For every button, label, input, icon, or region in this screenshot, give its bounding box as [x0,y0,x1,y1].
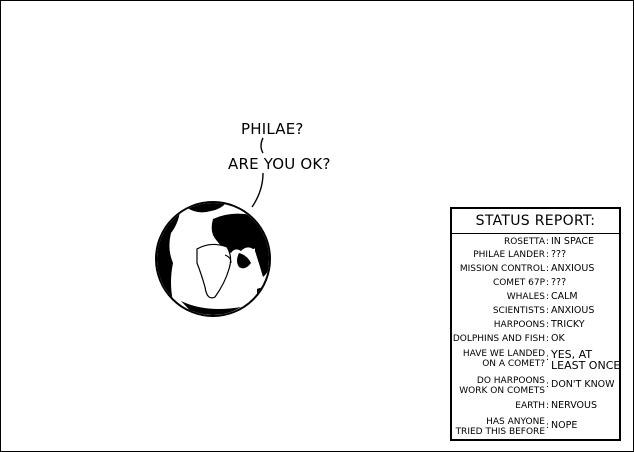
status-row-value-line: OK [551,333,565,344]
status-row-value-line: ??? [551,249,567,260]
status-row-label: HARPOONS [494,320,545,330]
status-row-value-line: DON'T KNOW [551,379,615,390]
status-row-label-line: ROSETTA [503,237,545,247]
status-row-label-line: HAVE WE LANDED [462,349,545,359]
status-row-label: DO HARPOONS WORK ON COMETS [459,376,545,396]
status-row-colon: : [546,320,550,330]
status-row-value-line: ??? [551,277,567,288]
status-row-colon: : [546,292,550,302]
status-row-label-line: EARTH [515,401,545,411]
status-row-value: ANXIOUS [551,264,594,274]
status-row-label: SCIENTISTS [493,306,545,316]
comic-panel: PHILAE? ARE YOU OK? STATUS REPORT: ROSET… [0,0,634,452]
status-row-value-line: CALM [551,291,578,302]
status-row-label-line: SCIENTISTS [492,306,545,316]
status-row-label-line: COMET 67P [492,278,545,288]
status-row-value: ANXIOUS [551,306,594,316]
status-row-label: COMET 67P [493,278,545,288]
status-row-value: NOPE [551,421,577,431]
status-row-label: MISSION CONTROL [460,264,545,274]
status-row-value: ??? [551,250,566,260]
status-row-value: ??? [551,278,566,288]
status-row-label-line: PHILAE LANDER [473,250,545,260]
status-row-label: DOLPHINS AND FISH [453,334,545,344]
status-row-value: CALM [551,292,578,302]
speech-line-philae: PHILAE? [241,120,304,138]
status-row-colon: : [546,278,550,288]
earth-icon [155,201,271,317]
speech-line-2 [251,172,264,208]
status-row-colon: : [546,250,550,260]
status-row-colon: : [546,334,550,344]
status-row-label: ROSETTA [504,237,545,247]
status-row-label-line: TRIED THIS BEFORE [455,427,545,437]
status-row-value-line: TRICKY [551,319,585,330]
status-row-value-line: IN SPACE [551,236,595,247]
status-row-value-line: ANXIOUS [551,263,595,274]
status-row-value-line: NERVOUS [551,400,597,411]
status-row-colon: : [546,306,550,316]
status-row-label: EARTH [515,401,545,411]
status-row-value: NERVOUS [551,401,597,411]
status-row-value: YES, AT LEAST ONCE [551,349,620,371]
status-row-value: IN SPACE [551,237,594,247]
status-row-colon: : [546,421,550,431]
status-report-panel: STATUS REPORT: ROSETTA: IN SPACE PHILAE LA… [450,207,621,441]
status-row-label-line: DOLPHINS AND FISH [452,334,545,344]
speech-line-1 [260,137,264,154]
status-row-label-line: MISSION CONTROL [459,264,545,274]
status-row-colon: : [546,380,550,390]
status-row-label: HAS ANYONE TRIED THIS BEFORE [456,417,545,437]
status-row-label-line: WORK ON COMETS [459,386,545,396]
status-row-label-line: HAS ANYONE [486,417,545,427]
speech-line-are-you-ok: ARE YOU OK? [228,155,331,173]
status-row-value: TRICKY [551,320,585,330]
status-row-label: PHILAE LANDER [473,250,545,260]
status-row-value: DON'T KNOW [551,380,615,390]
status-row-label: WHALES [507,292,545,302]
status-row-label-line: ON A COMET? [482,359,545,369]
status-row-label-line: DO HARPOONS [476,376,545,386]
status-row-colon: : [546,264,550,274]
status-row-colon: : [546,353,550,363]
status-row-value-line: ANXIOUS [551,305,595,316]
status-row-value: OK [551,334,565,344]
status-row-label-line: HARPOONS [493,320,545,330]
status-report-title: STATUS REPORT: [452,209,619,234]
status-row-label: HAVE WE LANDED ON A COMET? [463,349,545,369]
status-row-colon: : [546,237,550,247]
status-row-colon: : [546,401,550,411]
status-row-value-line: NOPE [551,420,578,431]
status-row-value-line: LEAST ONCE [551,359,621,372]
status-row-label-line: WHALES [506,292,545,302]
